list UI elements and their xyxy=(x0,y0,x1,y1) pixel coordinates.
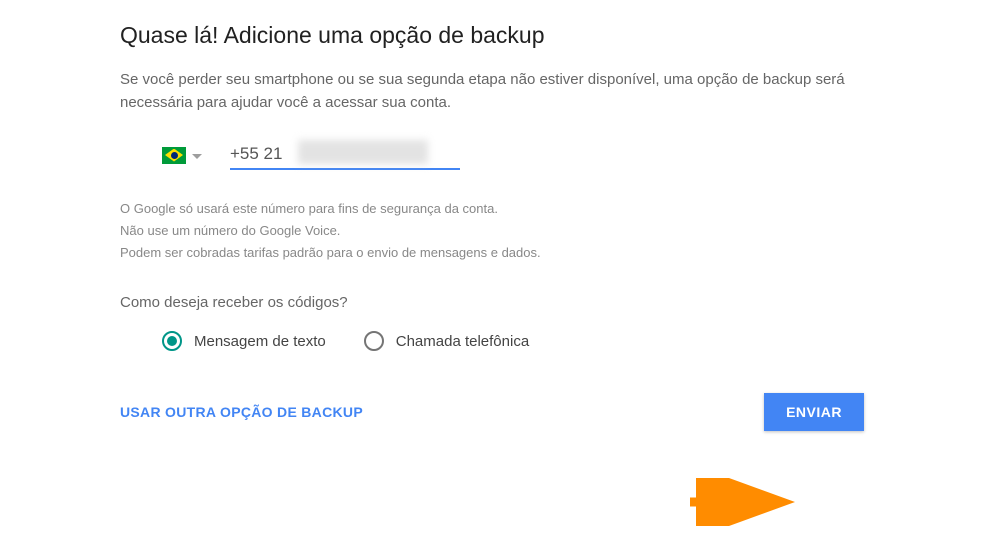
page-description: Se você perder seu smartphone ou se sua … xyxy=(120,69,864,114)
phone-input-row: +55 21 xyxy=(120,140,864,170)
radio-label: Chamada telefônica xyxy=(396,333,529,350)
phone-value: +55 21 xyxy=(230,144,282,163)
country-selector[interactable] xyxy=(162,146,202,164)
send-button[interactable]: ENVIAR xyxy=(764,393,864,431)
disclaimer-line: Não use um número do Google Voice. xyxy=(120,220,864,242)
radio-selected-icon xyxy=(162,331,182,351)
backup-setup-panel: Quase lá! Adicione uma opção de backup S… xyxy=(0,0,984,455)
dropdown-arrow-icon xyxy=(192,146,202,164)
blurred-area xyxy=(298,140,428,164)
radio-label: Mensagem de texto xyxy=(194,333,326,350)
radio-phone-call[interactable]: Chamada telefônica xyxy=(364,331,529,351)
code-method-question: Como deseja receber os códigos? xyxy=(120,294,864,311)
radio-group: Mensagem de texto Chamada telefônica xyxy=(120,331,864,351)
radio-unselected-icon xyxy=(364,331,384,351)
radio-text-message[interactable]: Mensagem de texto xyxy=(162,331,326,351)
disclaimer-block: O Google só usará este número para fins … xyxy=(120,198,864,264)
page-title: Quase lá! Adicione uma opção de backup xyxy=(120,22,864,49)
flag-brazil-icon xyxy=(162,147,186,164)
use-other-backup-link[interactable]: USAR OUTRA OPÇÃO DE BACKUP xyxy=(120,404,363,420)
bottom-actions: USAR OUTRA OPÇÃO DE BACKUP ENVIAR xyxy=(120,393,864,431)
disclaimer-line: O Google só usará este número para fins … xyxy=(120,198,864,220)
annotation-arrow-icon xyxy=(685,478,795,526)
disclaimer-line: Podem ser cobradas tarifas padrão para o… xyxy=(120,242,864,264)
phone-input[interactable]: +55 21 xyxy=(230,140,460,170)
